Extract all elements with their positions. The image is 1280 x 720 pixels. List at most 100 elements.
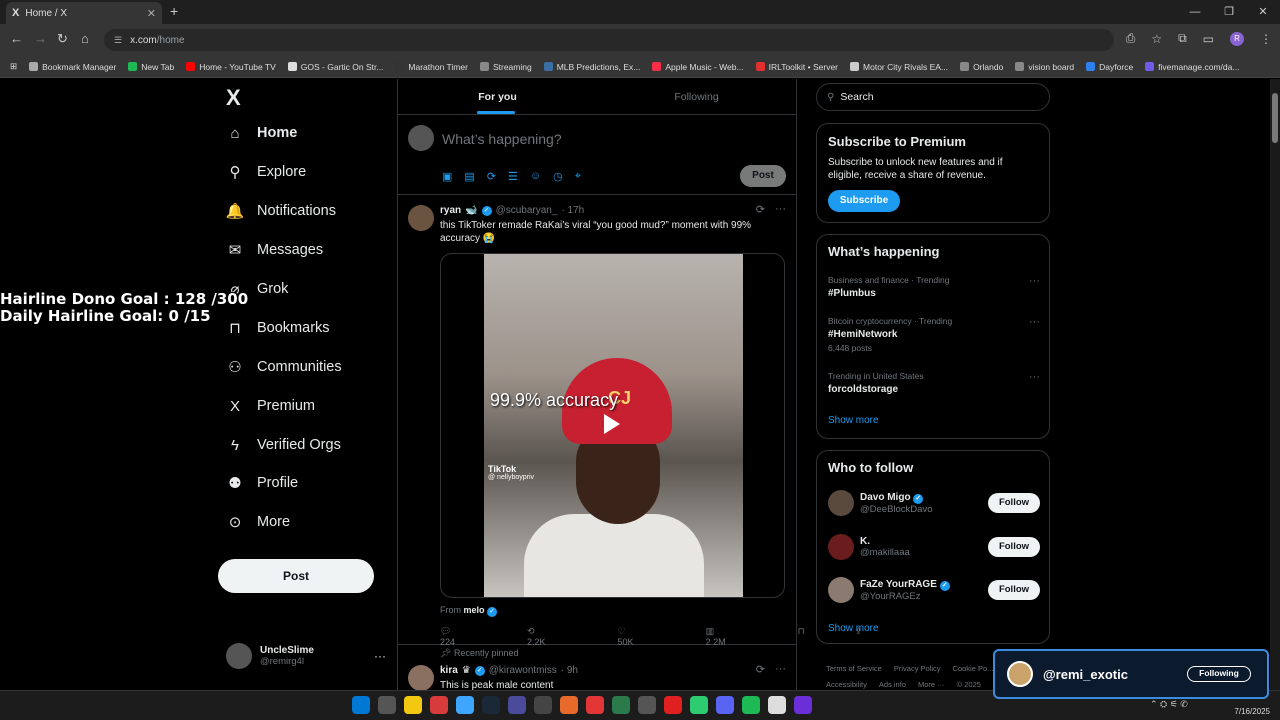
taskbar-app-icon[interactable]	[638, 696, 656, 714]
address-bar[interactable]: ☰ x.com /home	[104, 29, 1114, 51]
views-button[interactable]: ▥ 2.2M	[706, 626, 762, 647]
schedule-icon[interactable]: ◷	[553, 170, 563, 183]
trend-item[interactable]: Bitcoin cryptocurrency · Trending #HemiNe…	[828, 316, 1040, 353]
from-name[interactable]: melo	[464, 605, 485, 615]
system-tray-icons[interactable]: ⌃ ⛭ ⚟ ✆	[1150, 699, 1188, 710]
scrollbar-thumb[interactable]	[1272, 93, 1278, 143]
bookmark-item[interactable]: Bookmark Manager	[29, 62, 116, 72]
follow-button[interactable]: Follow	[988, 537, 1040, 557]
tweet-avatar[interactable]	[408, 665, 434, 690]
taskbar-app-icon[interactable]	[404, 696, 422, 714]
play-icon[interactable]	[604, 414, 620, 434]
taskbar-app-icon[interactable]	[664, 696, 682, 714]
tweet-time[interactable]: · 17h	[561, 205, 584, 216]
footer-link[interactable]: Accessibility	[826, 680, 867, 689]
close-window-icon[interactable]: ✕	[1246, 0, 1280, 24]
browser-menu-icon[interactable]: ⋮	[1260, 32, 1272, 46]
page-scrollbar[interactable]	[1270, 79, 1280, 690]
compose-post-button[interactable]: Post	[740, 165, 786, 187]
tweet-time[interactable]: · 9h	[561, 665, 578, 676]
nav-item-communities[interactable]: ⚇ Communities	[226, 358, 341, 376]
minimize-icon[interactable]: —	[1178, 0, 1212, 24]
trend-item[interactable]: Business and finance · Trending #Plumbus ·…	[828, 275, 1040, 299]
new-tab-icon[interactable]: +	[170, 3, 178, 19]
nav-item-more[interactable]: ⊙ More	[226, 513, 290, 531]
suggested-avatar[interactable]	[828, 577, 854, 603]
x-logo-icon[interactable]: X	[226, 85, 241, 111]
nav-item-explore[interactable]: ⚲ Explore	[226, 163, 307, 181]
compose-input[interactable]: What’s happening?	[442, 131, 562, 147]
nav-item-profile[interactable]: ⚉ Profile	[226, 474, 298, 492]
more-dots-icon[interactable]: ···	[374, 649, 386, 663]
taskbar-app-icon[interactable]	[560, 696, 578, 714]
nav-item-home[interactable]: ⌂ Home	[226, 124, 297, 142]
trend-item[interactable]: Trending in United States forcoldstorage ·…	[828, 371, 1040, 395]
location-icon[interactable]: ⌖	[575, 170, 581, 183]
suggested-avatar[interactable]	[828, 534, 854, 560]
extensions-icon[interactable]: ⧉	[1178, 31, 1187, 46]
bookmark-item[interactable]: Orlando	[960, 62, 1003, 72]
more-dots-icon[interactable]: ···	[1029, 371, 1040, 383]
tab-for-you[interactable]: For you	[398, 79, 597, 114]
footer-link[interactable]: © 2025	[957, 680, 981, 689]
follow-show-more[interactable]: Show more	[828, 623, 879, 634]
tweet-author-name[interactable]: kira	[440, 665, 458, 676]
install-app-icon[interactable]: ⎙	[1126, 31, 1136, 46]
taskbar-app-icon[interactable]	[612, 696, 630, 714]
bookmark-item[interactable]: MLB Predictions, Ex...	[543, 62, 640, 72]
taskbar-app-icon[interactable]	[742, 696, 760, 714]
media-icon[interactable]: ▣	[442, 170, 452, 183]
taskbar-app-icon[interactable]	[586, 696, 604, 714]
taskbar-app-icon[interactable]	[716, 696, 734, 714]
profile-avatar[interactable]: R	[1230, 31, 1244, 46]
footer-link[interactable]: Privacy Policy	[894, 664, 941, 673]
footer-link[interactable]: Ads info	[879, 680, 906, 689]
nav-item-messages[interactable]: ✉ Messages	[226, 241, 323, 259]
home-icon[interactable]: ⌂	[81, 31, 89, 46]
footer-link[interactable]: More ···	[918, 680, 945, 689]
taskbar-app-icon[interactable]	[794, 696, 812, 714]
grok-icon[interactable]: ⟳	[756, 203, 765, 216]
nav-item-verified-orgs[interactable]: ϟ Verified Orgs	[226, 436, 341, 454]
taskbar-app-icon[interactable]	[534, 696, 552, 714]
tweet-author-name[interactable]: ryan	[440, 205, 461, 216]
grok-icon[interactable]: ⟳	[756, 663, 765, 676]
bookmark-item[interactable]: Streaming	[479, 62, 532, 72]
post-button[interactable]: Post	[218, 559, 374, 593]
video-frame[interactable]: CJ 99.9% accuracy TikTok @ nellyboypriv	[484, 254, 743, 597]
forward-icon[interactable]: →	[34, 31, 47, 46]
suggested-avatar[interactable]	[828, 490, 854, 516]
more-dots-icon[interactable]: ···	[775, 203, 786, 216]
taskbar-app-icon[interactable]	[352, 696, 370, 714]
close-tab-icon[interactable]: ✕	[147, 7, 156, 20]
bookmark-item[interactable]: Motor City Rivals EA...	[850, 62, 948, 72]
poll-icon[interactable]: ☰	[508, 170, 518, 183]
bookmark-item[interactable]: New Tab	[128, 62, 174, 72]
bookmark-item[interactable]: Marathon Timer	[395, 62, 468, 72]
tweet-author-handle[interactable]: @kirawontmiss	[489, 665, 557, 676]
bookmark-item[interactable]: Apple Music - Web...	[652, 62, 744, 72]
back-icon[interactable]: ←	[10, 31, 23, 46]
bookmark-item[interactable]: fivemanage.com/da...	[1145, 62, 1239, 72]
suggested-account[interactable]: Davo Migo ✓ @DeeBlockDavo Follow	[828, 490, 1040, 516]
gif-icon[interactable]: ▤	[464, 170, 474, 183]
reload-icon[interactable]: ↻	[57, 31, 68, 47]
nav-item-premium[interactable]: X Premium	[226, 397, 315, 415]
footer-link[interactable]: Terms of Service	[826, 664, 882, 673]
search-input[interactable]: ⚲ Search	[816, 83, 1050, 111]
more-dots-icon[interactable]: ···	[775, 663, 786, 676]
suggested-account[interactable]: FaZe YourRAGE ✓ @YourRAGEz Follow	[828, 577, 1040, 603]
like-button[interactable]: ♡ 50K	[618, 626, 670, 647]
tweet-video[interactable]: CJ 99.9% accuracy TikTok @ nellyboypriv	[440, 253, 785, 598]
repost-button[interactable]: ⟲ 2.2K	[527, 626, 582, 647]
tweet[interactable]: ryan 🐋 ✓ @scubaryan_ · 17h ⟳ ··· this Ti…	[398, 195, 862, 647]
taskbar-app-icon[interactable]	[456, 696, 474, 714]
bookmark-star-icon[interactable]: ☆	[1151, 32, 1162, 46]
follow-button[interactable]: Follow	[988, 580, 1040, 600]
trends-show-more[interactable]: Show more	[828, 415, 879, 426]
bookmark-item[interactable]: Dayforce	[1086, 62, 1133, 72]
suggested-account[interactable]: K. @makillaaa Follow	[828, 534, 1040, 560]
bookmark-item[interactable]: Home - YouTube TV	[186, 62, 276, 72]
footer-link[interactable]: Cookie Po...	[953, 664, 994, 673]
tweet-avatar[interactable]	[408, 205, 434, 231]
